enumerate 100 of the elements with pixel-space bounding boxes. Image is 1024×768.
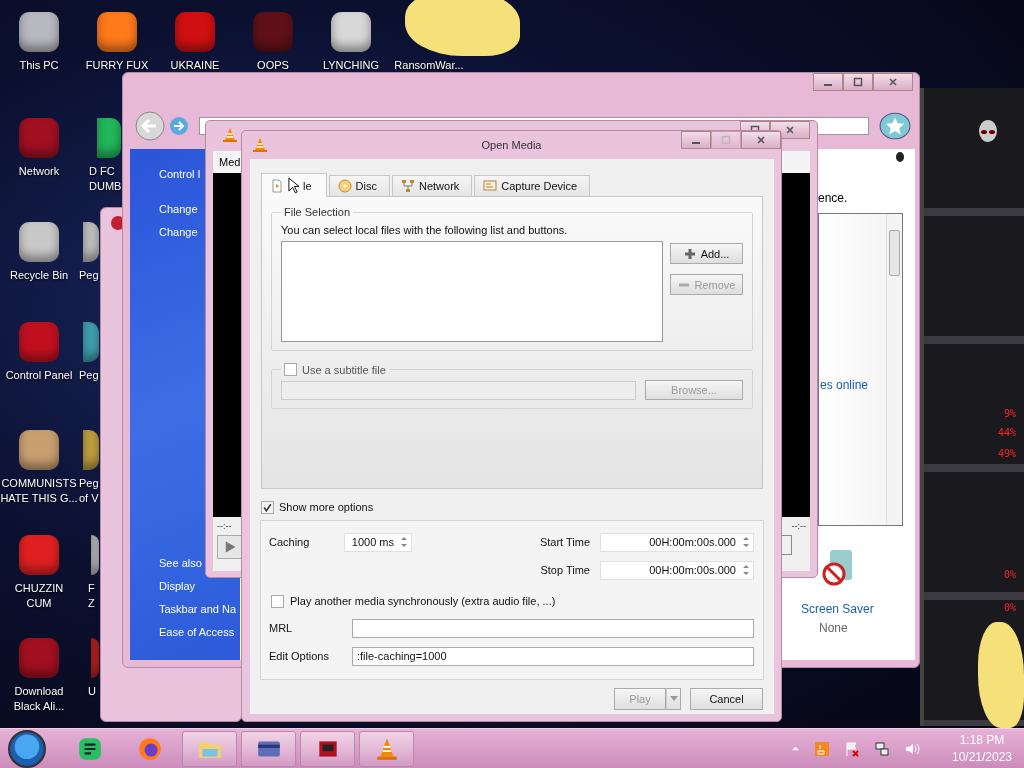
close-button[interactable] — [741, 131, 781, 149]
add-button[interactable]: Add... — [670, 243, 743, 264]
edit-options-label: Edit Options — [269, 650, 330, 662]
start-time-label: Start Time — [539, 536, 590, 548]
screen-saver-link[interactable]: Screen Saver — [801, 602, 874, 616]
sidebar-link[interactable]: Control I — [159, 163, 201, 186]
dropdown-button[interactable] — [666, 688, 681, 710]
start-time-spinbox[interactable]: 00H:00m:00s.000 — [600, 532, 754, 552]
group-title: File Selection — [283, 206, 352, 218]
forward-button[interactable] — [169, 116, 189, 136]
network-icon — [400, 179, 415, 193]
themes-link[interactable]: es online — [820, 378, 869, 392]
icon-label[interactable]: OOPS — [257, 58, 289, 73]
icon-label[interactable]: Peg of V — [79, 476, 99, 506]
spin-arrows-icon[interactable] — [742, 563, 750, 577]
icon-label[interactable]: U — [88, 684, 96, 699]
gauge-reading: 44% — [997, 427, 1016, 438]
network-icon[interactable] — [874, 740, 890, 757]
caching-spinbox[interactable]: 1000 ms — [344, 532, 412, 552]
taskbar-button[interactable] — [241, 730, 296, 767]
traffic-cone-icon — [252, 137, 268, 153]
play-button[interactable] — [217, 535, 243, 559]
icon-label[interactable]: COMMUNISTS HATE THIS G... — [0, 476, 78, 506]
app-icon[interactable] — [97, 118, 121, 158]
total-time: --:-- — [791, 521, 806, 531]
checkbox-label[interactable]: Play another media synchronously (extra audio file, ...) — [290, 595, 556, 607]
spin-arrows-icon[interactable] — [742, 535, 750, 549]
app-icon[interactable] — [83, 430, 99, 470]
checkbox[interactable] — [284, 363, 297, 376]
elapsed-time: --:-- — [217, 521, 232, 531]
scrollbar[interactable] — [886, 214, 902, 525]
icon-label[interactable]: CHUZZIN CUM — [14, 581, 64, 611]
alien-head-icon — [976, 118, 1000, 144]
file-list[interactable] — [281, 241, 663, 342]
sidebar-link[interactable]: Ease of Access — [159, 621, 235, 644]
mrl-field[interactable] — [352, 618, 754, 638]
icon-label[interactable]: RansomWar... — [394, 58, 464, 73]
play-icon — [223, 540, 237, 554]
maximize-button[interactable] — [843, 73, 873, 91]
checkbox-label[interactable]: Show more options — [279, 501, 374, 513]
icon-label[interactable]: Download Black Ali... — [13, 684, 65, 714]
icon-label[interactable]: D FC DUMB — [89, 164, 122, 194]
icon-label[interactable]: LYNCHING — [323, 58, 379, 73]
mrl-label: MRL — [269, 622, 294, 634]
mouse-cursor-icon — [288, 177, 299, 194]
icon-label[interactable]: This PC — [19, 58, 59, 73]
start-button[interactable] — [8, 729, 46, 768]
close-button[interactable] — [873, 73, 913, 91]
theme-list[interactable]: es online — [818, 213, 903, 526]
checkbox[interactable] — [271, 594, 284, 608]
tab[interactable]: le — [261, 173, 327, 197]
gauge-reading: 0% — [1003, 602, 1016, 613]
app-icon[interactable] — [331, 12, 371, 52]
app-icon[interactable] — [83, 222, 99, 262]
icon-label[interactable]: UKRAINE — [170, 58, 220, 73]
sidebar-link[interactable]: Taskbar and Na — [159, 598, 237, 621]
spin-arrows-icon[interactable] — [400, 535, 408, 549]
icon-label[interactable]: Control Panel — [5, 368, 73, 383]
tab[interactable]: Network — [391, 175, 473, 196]
checkbox-label[interactable]: Use a subtitle file — [302, 363, 386, 376]
disc-icon — [337, 179, 352, 193]
menu-item[interactable]: Med — [219, 156, 241, 168]
icon-label[interactable]: Recycle Bin — [9, 268, 69, 283]
capture-card-icon — [483, 179, 498, 193]
app-icon[interactable] — [19, 12, 59, 52]
checkbox[interactable] — [261, 500, 274, 514]
sidebar-link[interactable]: Change — [159, 221, 198, 244]
stop-time-spinbox[interactable]: 00H:00m:00s.000 — [600, 560, 754, 580]
caching-label: Caching — [269, 536, 311, 548]
taskbar-button[interactable] — [300, 730, 355, 767]
app-icon[interactable] — [97, 12, 137, 52]
stop-time-label: Stop Time — [540, 564, 590, 576]
sidebar-link[interactable]: Display — [159, 575, 196, 598]
tab[interactable]: Capture Device — [474, 175, 591, 196]
traffic-cone-icon — [222, 127, 238, 143]
browser-icon[interactable] — [137, 735, 163, 762]
icon-label[interactable]: Peg — [79, 368, 99, 383]
app-icon[interactable] — [19, 430, 59, 470]
gauge-reading: 9% — [1003, 408, 1016, 419]
cancel-button[interactable]: Cancel — [690, 688, 763, 710]
tab[interactable]: Disc — [328, 175, 390, 196]
sidebar-link[interactable]: Change — [159, 198, 198, 221]
icon-label[interactable]: Network — [18, 164, 60, 179]
app-icon[interactable] — [91, 535, 99, 575]
subtitle-path-field[interactable] — [281, 380, 636, 400]
back-button[interactable] — [135, 111, 165, 141]
minimize-icon — [692, 142, 700, 144]
icon-label[interactable]: FURRY FUX — [85, 58, 149, 73]
scroll-thumb[interactable] — [889, 230, 900, 276]
file-icon — [270, 178, 284, 193]
icon-label[interactable]: Peg — [79, 268, 99, 283]
minimize-button[interactable] — [681, 131, 711, 149]
gauge-reading: 49% — [997, 448, 1016, 459]
icon-label[interactable]: F Z — [88, 581, 95, 611]
app-icon[interactable] — [19, 222, 59, 262]
notes-app-icon[interactable] — [77, 735, 103, 762]
show-hidden-icons[interactable] — [791, 744, 800, 753]
minimize-button[interactable] — [813, 73, 843, 91]
edit-options-field[interactable]: :file-caching=1000 — [352, 646, 754, 666]
flag-icon[interactable] — [844, 740, 860, 757]
